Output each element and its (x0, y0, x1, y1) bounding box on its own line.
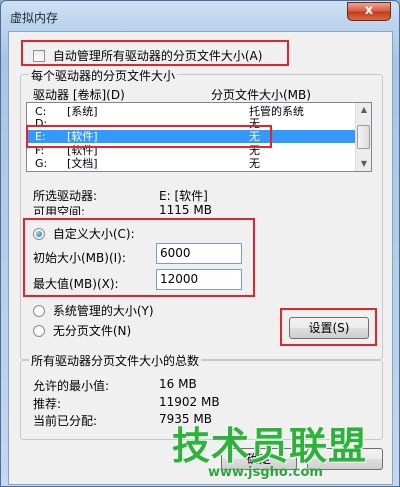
close-button[interactable]: x (347, 2, 391, 21)
no-paging-label: 无分页文件(N) (52, 324, 132, 338)
highlight-custom-size (23, 218, 255, 297)
free-space-value: 1115 MB (159, 203, 212, 215)
highlight-auto-manage (21, 40, 289, 66)
title-bar[interactable]: 虚拟内存 x (1, 1, 399, 33)
drives-group-legend: 每个驱动器的分页文件大小 (29, 67, 178, 84)
scroll-thumb[interactable] (357, 125, 370, 149)
no-paging-radio[interactable] (33, 324, 45, 337)
window-title: 虚拟内存 (10, 11, 59, 25)
highlight-set-button (280, 308, 377, 346)
column-header-size: 分页文件大小(MB) (211, 88, 311, 102)
no-paging-option[interactable]: 无分页文件(N) (33, 322, 131, 339)
scroll-up-icon[interactable]: ▲ (356, 103, 371, 117)
watermark-text: 技术员联盟 (172, 424, 368, 468)
drive-size: 无 (249, 157, 260, 170)
scroll-down-icon[interactable]: ▼ (356, 157, 371, 171)
system-managed-option[interactable]: 系统管理的大小(Y) (33, 302, 154, 319)
recommended-value: 11902 MB (159, 395, 220, 409)
min-allowed-value: 16 MB (159, 377, 197, 391)
drive-label: [文档] (67, 157, 98, 170)
watermark-logo: 技术员联盟 www.jsgho.com (164, 413, 394, 485)
min-allowed-label: 允许的最小值: (33, 379, 110, 393)
list-scrollbar[interactable]: ▲ ▼ (355, 103, 371, 171)
column-header-drive: 驱动器 [卷标](D) (33, 88, 125, 102)
current-allocated-label: 当前已分配: (33, 414, 98, 428)
free-space-label: 可用空间: (33, 205, 86, 215)
drive-letter: G: (35, 157, 48, 170)
list-item[interactable]: G: [文档] 无 (27, 157, 360, 170)
recommended-label: 推荐: (33, 397, 62, 411)
totals-group-legend: 所有驱动器分页文件大小的总数 (29, 352, 202, 369)
watermark-url: www.jsgho.com (208, 465, 323, 480)
selected-drive-label: 所选驱动器: (33, 189, 98, 203)
highlight-selected-drive (26, 125, 272, 148)
system-managed-radio[interactable] (33, 304, 45, 317)
system-managed-label: 系统管理的大小(Y) (52, 304, 154, 318)
virtual-memory-dialog: 虚拟内存 x 自动管理所有驱动器的分页文件大小(A) 每个驱动器的分页文件大小 … (0, 0, 400, 487)
selected-drive-value: E: [软件] (159, 189, 208, 203)
